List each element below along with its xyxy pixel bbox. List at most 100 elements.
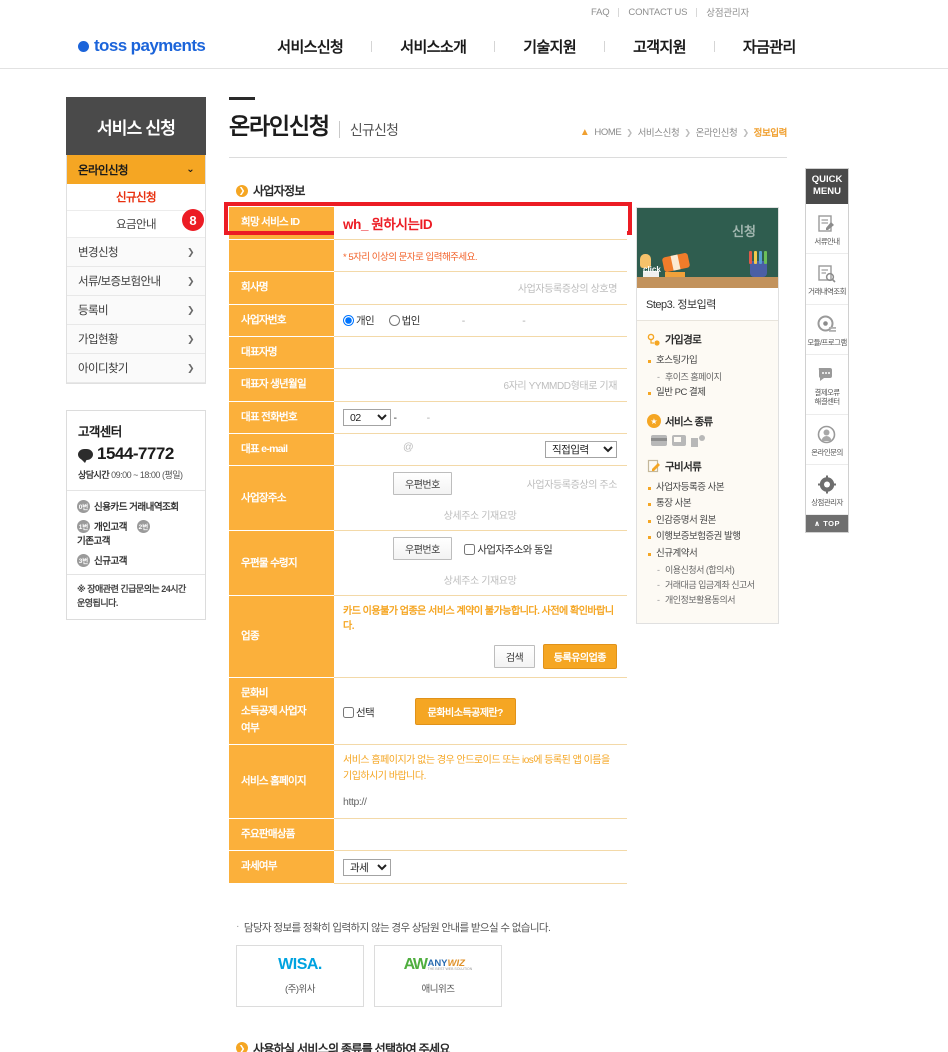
table-row-industry: 업종 카드 이용불가 업종은 서비스 계약이 불가능합니다. 사전에 확인바랍니… xyxy=(229,595,627,679)
row-value[interactable]: 상세주소 기재요망 xyxy=(334,501,627,532)
sidebar-item-change-apply[interactable]: 변경신청 ❯ xyxy=(67,238,205,267)
row-value[interactable]: 상세주소 기재요망 xyxy=(334,566,627,597)
phone-area-code-select[interactable]: 02 xyxy=(343,408,391,426)
table-row-service-id: 희망 서비스 ID wh_ 원하시는ID xyxy=(229,207,627,240)
zipcode-button-business[interactable]: 우편번호 xyxy=(393,472,452,496)
row-value[interactable]: http:// xyxy=(334,790,627,820)
culture-deduction-checkbox-input[interactable] xyxy=(343,706,354,718)
row-label: 사업자번호 xyxy=(229,304,334,337)
row-value: 카드 이용불가 업종은 서비스 계약이 불가능합니다. 사전에 확인바랍니다. xyxy=(334,595,627,639)
sidebar-item-new-apply[interactable]: 신규신청 xyxy=(67,184,205,211)
utility-link-merchant-admin[interactable]: 상점관리자 xyxy=(697,5,758,19)
list-item: 이행보증보험증권 발행 xyxy=(647,529,769,546)
info-step-title: Step3. 정보입력 xyxy=(637,288,778,321)
quick-menu-item-documents[interactable]: 서류안내 xyxy=(806,204,848,255)
info-group-documents: 구비서류 사업자등록증 사본 통장 사본 인감증명서 원본 이행보증보험증권 발… xyxy=(647,459,769,609)
menu-number-badge: 2번 xyxy=(136,519,150,533)
chat-bubble-icon xyxy=(816,364,838,385)
sidebar-item-label: 등록비 xyxy=(78,305,109,317)
customer-center-hours: 상담시간 09:00 ~ 18:00 (평일) xyxy=(78,468,195,481)
nav-item-fund-management[interactable]: 자금관리 xyxy=(715,36,824,57)
brand-logo[interactable]: toss payments xyxy=(78,36,206,56)
zipcode-button-mail[interactable]: 우편번호 xyxy=(393,537,452,561)
row-value[interactable]: 사업자등록증상의 상호명 xyxy=(334,271,627,305)
pen-icon xyxy=(754,251,757,264)
quick-menu-item-module-program[interactable]: 모듈/프로그램 xyxy=(806,305,848,355)
quick-menu-label: 결제오류 해결센터 xyxy=(814,387,840,407)
step-badge-8: 8 xyxy=(182,209,204,231)
industry-caution-button[interactable]: 등록유의업종 xyxy=(542,644,617,670)
utility-link-faq[interactable]: FAQ xyxy=(582,7,618,18)
list-item: 통장 사본 xyxy=(647,496,769,513)
radio-personal-input[interactable] xyxy=(343,315,354,326)
list-item: 인감증명서 원본 xyxy=(647,513,769,530)
breadcrumb-item-online-apply[interactable]: 온라인신청 xyxy=(696,125,738,139)
quick-menu-item-transaction-history[interactable]: 거래내역조회 xyxy=(806,254,848,305)
business-number-dash: - xyxy=(461,314,466,327)
nav-item-tech-support[interactable]: 기술지원 xyxy=(495,36,604,57)
table-row-business-address: 사업장주소 우편번호 사업자등록증상의 주소 xyxy=(229,465,627,532)
menu-number-badge: 3번 xyxy=(77,553,90,567)
row-label: 문화비 소득공제 사업자 여부 xyxy=(229,677,334,746)
row-value[interactable]: 6자리 YYMMDD형태로 기재 xyxy=(334,368,627,402)
quick-menu-label: 상점관리자 xyxy=(811,498,843,507)
arrow-bullet-icon: ❯ xyxy=(236,184,248,197)
partner-caption: (주)위사 xyxy=(284,984,316,996)
email-domain-select[interactable]: 직접입력 xyxy=(545,441,617,459)
form-table-wrapper: 8 희망 서비스 ID wh_ 원하시는ID * 5자리 이상의 문자로 입력해… xyxy=(182,202,632,884)
culture-deduction-checkbox[interactable]: 선택 xyxy=(343,706,375,719)
culture-deduction-label: 선택 xyxy=(356,706,375,719)
row-value: 우편번호 사업자등록증상의 주소 xyxy=(334,465,627,502)
row-value[interactable] xyxy=(334,818,627,852)
service-homepage-input[interactable]: http:// xyxy=(343,796,367,808)
row-label: 대표 e-mail xyxy=(229,433,334,467)
breadcrumb-item-home[interactable]: HOME xyxy=(594,127,621,138)
same-address-checkbox-input[interactable] xyxy=(464,544,476,556)
nav-item-service-apply[interactable]: 서비스신청 xyxy=(249,36,371,57)
phone-dash: - xyxy=(426,411,431,424)
sidebar-item-documents-insurance[interactable]: 서류/보증보험안내 ❯ xyxy=(67,267,205,296)
row-value[interactable]: wh_ 원하시는ID xyxy=(334,207,627,240)
quick-menu-item-merchant-admin[interactable]: 상점관리자 xyxy=(806,465,848,516)
scroll-to-top-button[interactable]: ∧ TOP xyxy=(806,515,848,533)
quick-menu-item-payment-error-center[interactable]: 결제오류 해결센터 xyxy=(806,355,848,415)
sidebar-item-online-apply[interactable]: 온라인신청 ⌄ xyxy=(67,155,205,184)
radio-personal[interactable]: 개인 xyxy=(343,315,375,327)
same-address-checkbox[interactable]: 사업자주소와 동일 xyxy=(464,544,553,556)
eraser-icon xyxy=(661,252,691,273)
list-item: 1번 개인고객 2번 기존고객 xyxy=(77,519,196,547)
partner-card-wisa[interactable]: WISA. (주)위사 xyxy=(236,944,364,1007)
sidebar-nav: 온라인신청 ⌄ 신규신청 요금안내 변경신청 ❯ 서류/보증보험안내 ❯ 등록비… xyxy=(66,155,206,384)
sidebar-title: 서비스 신청 xyxy=(66,97,206,155)
sidebar-item-join-status[interactable]: 가입현황 ❯ xyxy=(67,325,205,354)
gear-icon xyxy=(816,474,838,495)
tax-status-select[interactable]: 과세 xyxy=(343,858,391,876)
industry-search-button[interactable]: 검색 xyxy=(493,645,536,669)
page-root: FAQ CONTACT US 상점관리자 toss payments 서비스신청… xyxy=(0,0,948,1052)
pen-icon xyxy=(764,251,767,264)
list-item: 개인정보활용동의서 xyxy=(647,593,769,609)
quick-menu-item-online-inquiry[interactable]: 온라인문의 xyxy=(806,415,848,465)
sidebar-item-registration-fee[interactable]: 등록비 ❯ xyxy=(67,296,205,325)
quick-menu-label: 온라인문의 xyxy=(811,447,843,457)
partner-card-anywiz[interactable]: AW ANY WIZ THE BEST WEB SOLUTION 애니위즈 xyxy=(374,944,502,1007)
breadcrumb-item-current: 정보입력 xyxy=(753,128,788,139)
culture-deduction-info-button[interactable]: 문화비소득공제란? xyxy=(414,697,516,725)
customer-center-title: 고객센터 xyxy=(78,425,122,439)
arrow-bullet-icon: ❯ xyxy=(236,1042,248,1052)
row-value: * 5자리 이상의 문자로 입력해주세요. xyxy=(334,239,627,273)
quick-menu-label: 서류안내 xyxy=(814,236,840,246)
row-value[interactable] xyxy=(334,336,627,370)
brand-name: toss payments xyxy=(94,36,206,55)
service-id-input[interactable]: wh_ 원하시는ID xyxy=(343,217,433,232)
radio-corporate[interactable]: 법인 xyxy=(388,315,420,327)
section-header-service-select: ❯ 사용하실 서비스의 종류를 선택하여 주세요 xyxy=(236,1040,787,1052)
info-group-join-route: 가입경로 호스팅가입 후이즈 홈페이지 일반 PC 결제 xyxy=(647,332,769,402)
utility-link-contact-us[interactable]: CONTACT US xyxy=(619,7,696,18)
radio-corporate-input[interactable] xyxy=(388,315,400,326)
breadcrumb-item-service-apply[interactable]: 서비스신청 xyxy=(638,125,680,139)
page-title: 온라인신청 xyxy=(229,113,330,139)
nav-item-customer-support[interactable]: 고객지원 xyxy=(605,36,714,57)
nav-item-service-intro[interactable]: 서비스소개 xyxy=(372,36,494,57)
sidebar-item-find-id[interactable]: 아이디찾기 ❯ xyxy=(67,354,205,383)
